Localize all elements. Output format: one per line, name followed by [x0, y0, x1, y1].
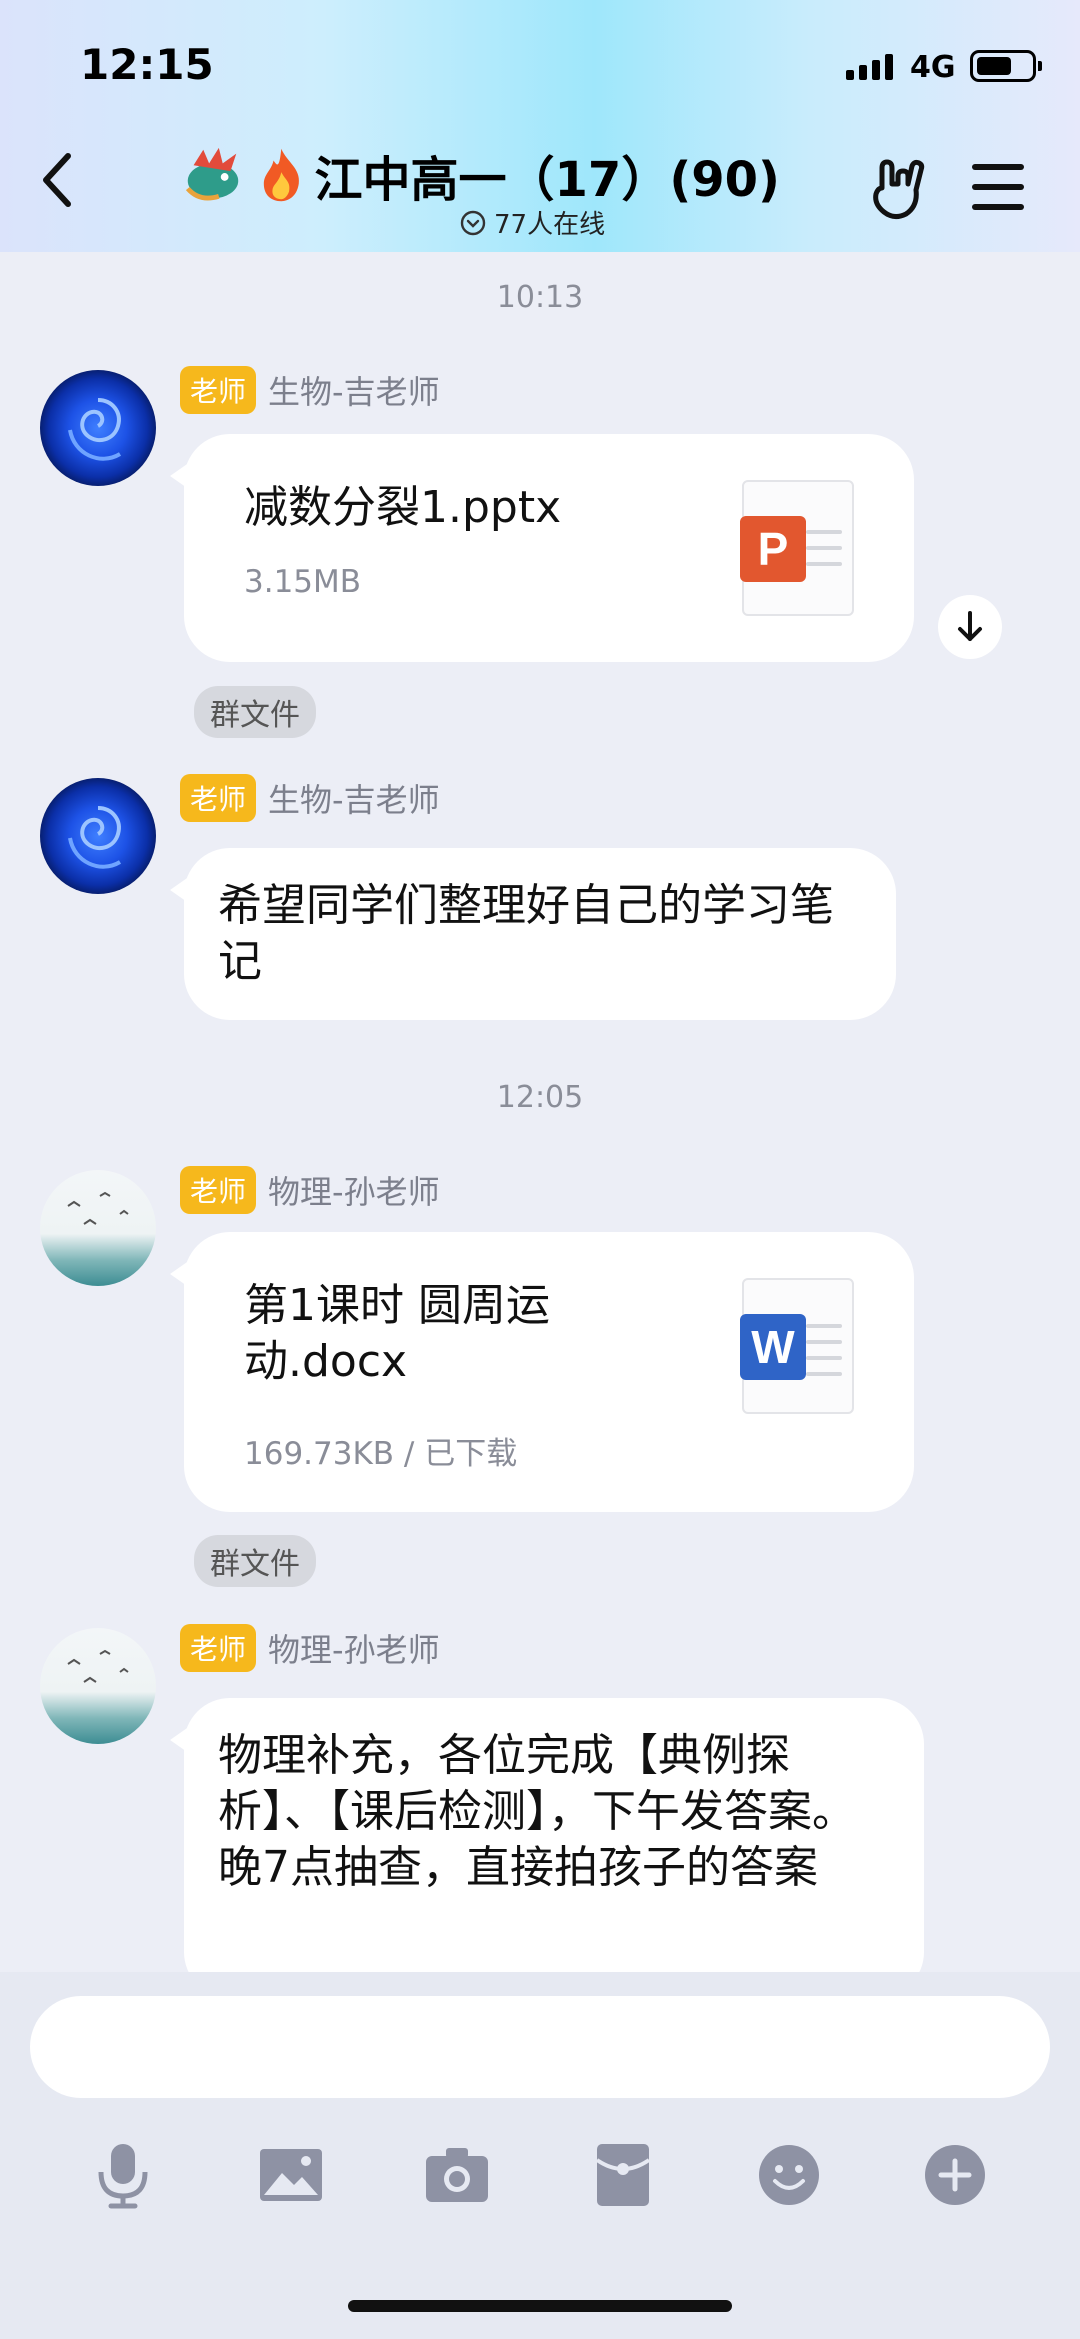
file-message-bubble[interactable]: 第1课时 圆周运动.docx 169.73KB / 已下载 W	[170, 1232, 914, 1512]
message-input[interactable]	[30, 1996, 1050, 2098]
emoji-icon[interactable]	[754, 2140, 824, 2210]
text-message-bubble[interactable]: 希望同学们整理好自己的学习笔记	[170, 848, 896, 1020]
battery-icon	[970, 50, 1042, 82]
message-text: 物理补充，各位完成【典例探析】、【课后检测】，下午发答案。晚7点抽查，直接拍孩子…	[218, 1730, 856, 1893]
online-count: 77人在线	[494, 210, 606, 240]
ppt-file-icon: P	[740, 480, 854, 616]
fire-emoji-icon	[263, 148, 299, 202]
plus-icon[interactable]	[920, 2140, 990, 2210]
dragon-emoji-icon	[185, 147, 239, 201]
group-file-tag[interactable]: 群文件	[194, 686, 316, 738]
chat-title: 江中高一（17）(90)	[314, 152, 780, 208]
chat-title-row[interactable]: 江中高一（17）(90)	[180, 140, 780, 210]
sender-name[interactable]: 生物-吉老师	[268, 367, 440, 413]
download-icon[interactable]	[938, 595, 1002, 659]
word-file-icon: W	[740, 1278, 854, 1414]
teacher-badge: 老师	[180, 1624, 257, 1672]
message-timestamp: 10:13	[496, 280, 584, 315]
avatar[interactable]	[40, 370, 156, 486]
message-meta: 老师 物理-孙老师	[180, 1624, 440, 1672]
message-meta: 老师 物理-孙老师	[180, 1166, 440, 1214]
camera-icon[interactable]	[422, 2140, 492, 2210]
message-timestamp: 12:05	[496, 1080, 584, 1115]
text-message-bubble[interactable]: 物理补充，各位完成【典例探析】、【课后检测】，下午发答案。晚7点抽查，直接拍孩子…	[170, 1698, 924, 1998]
red-packet-icon[interactable]	[588, 2140, 658, 2210]
status-time: 12:15	[80, 40, 214, 89]
group-file-tag[interactable]: 群文件	[194, 1535, 316, 1587]
avatar[interactable]	[40, 1170, 156, 1286]
file-size: 169.73KB / 已下载	[244, 1436, 518, 1472]
home-indicator	[348, 2300, 732, 2312]
file-name: 第1课时 圆周运动.docx	[244, 1280, 550, 1387]
message-meta: 老师 生物-吉老师	[180, 366, 440, 414]
back-icon[interactable]	[38, 150, 78, 210]
teacher-badge: 老师	[180, 774, 257, 822]
network-type: 4G	[910, 50, 956, 85]
avatar[interactable]	[40, 1628, 156, 1744]
menu-icon[interactable]	[972, 164, 1024, 210]
hand-gesture-icon[interactable]	[868, 158, 928, 220]
message-text: 希望同学们整理好自己的学习笔记	[218, 880, 834, 987]
teacher-badge: 老师	[180, 1166, 257, 1214]
signal-icon	[846, 54, 893, 80]
message-meta: 老师 生物-吉老师	[180, 774, 440, 822]
teacher-badge: 老师	[180, 366, 257, 414]
sender-name[interactable]: 物理-孙老师	[268, 1625, 440, 1671]
image-icon[interactable]	[256, 2140, 326, 2210]
file-message-bubble[interactable]: 减数分裂1.pptx 3.15MB P	[170, 434, 914, 662]
file-type-letter: P	[740, 516, 806, 582]
file-name: 减数分裂1.pptx	[244, 482, 562, 533]
sender-name[interactable]: 物理-孙老师	[268, 1167, 440, 1213]
avatar[interactable]	[40, 778, 156, 894]
sender-name[interactable]: 生物-吉老师	[268, 775, 440, 821]
file-size: 3.15MB	[244, 564, 362, 600]
online-status[interactable]: 77人在线	[460, 204, 605, 241]
chat-header: 12:15 4G 江中高一（17）(90) 77人在线	[0, 0, 1080, 252]
microphone-icon[interactable]	[88, 2140, 158, 2210]
input-area	[0, 1972, 1080, 2339]
chevron-down-circle-icon	[460, 210, 486, 235]
file-type-letter: W	[740, 1314, 806, 1380]
